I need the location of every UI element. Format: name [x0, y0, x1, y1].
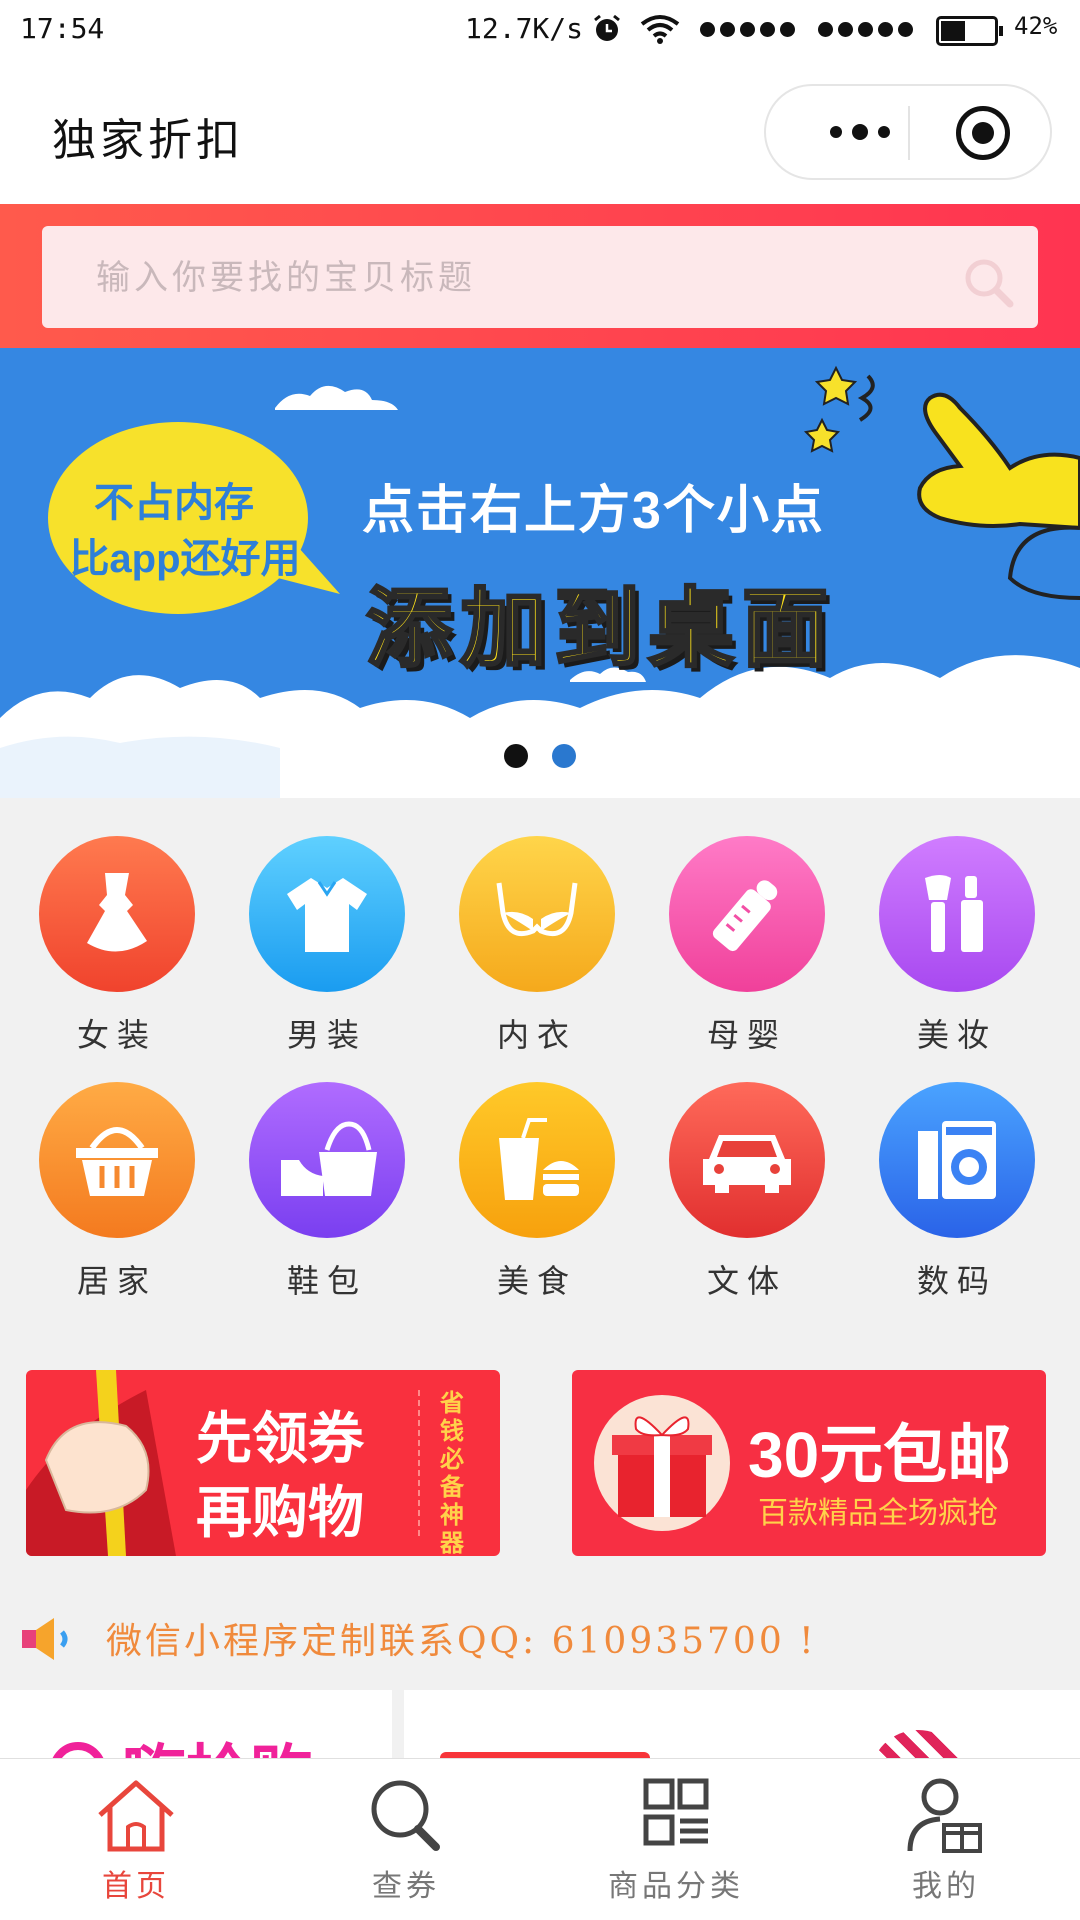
category-label: 鞋包	[286, 1262, 367, 1300]
basket-icon	[39, 1082, 195, 1238]
category-label: 母婴	[706, 1016, 787, 1054]
featured-card[interactable]	[404, 1690, 1080, 1760]
baby-bottle-icon	[669, 836, 825, 992]
status-bar: 17:54 12.7K/s 42%	[0, 0, 1080, 62]
category-label: 数码	[916, 1262, 997, 1300]
tab-profile[interactable]: 我的	[846, 1777, 1046, 1905]
promo-left-tagline: 省钱必备神器	[440, 1390, 464, 1556]
category-beauty[interactable]: 美妆	[857, 836, 1057, 1056]
tab-bar: 首页 查券 商品分类 我的	[0, 1758, 1080, 1920]
more-icon[interactable]	[808, 86, 912, 178]
status-time: 17:54	[20, 12, 105, 45]
battery-percent: 42%	[1014, 12, 1058, 40]
carousel-dots	[504, 744, 576, 768]
promo-coupon-banner[interactable]: 先领券 再购物 省钱必备神器	[26, 1370, 500, 1556]
tab-home[interactable]: 首页	[36, 1777, 236, 1905]
category-home[interactable]: 居家	[17, 1082, 217, 1302]
search-input[interactable]: 输入你要找的宝贝标题	[42, 226, 1038, 328]
hand-icon	[26, 1370, 176, 1556]
category-label: 美妆	[916, 1016, 997, 1054]
category-label: 内衣	[496, 1016, 577, 1054]
alarm-icon	[594, 14, 620, 41]
notice-text: 微信小程序定制联系QQ: 610935700 !	[106, 1621, 817, 1662]
banner-subheadline: 添加到桌面	[365, 580, 836, 679]
category-food[interactable]: 美食	[437, 1082, 637, 1302]
page-title: 独家折扣	[52, 115, 244, 166]
promo-free-shipping-banner[interactable]: 30元包邮 百款精品全场疯抢	[572, 1370, 1046, 1556]
wifi-icon	[640, 15, 680, 44]
tab-label: 查券	[372, 1869, 440, 1904]
tab-categories[interactable]: 商品分类	[576, 1777, 776, 1905]
car-icon	[669, 1082, 825, 1238]
banner-carousel[interactable]: 不占内存 比app还好用 点击右上方3个小点 添加到桌面	[0, 348, 1080, 798]
category-sports[interactable]: 文体	[647, 1082, 847, 1302]
tab-coupons[interactable]: 查券	[306, 1777, 506, 1905]
mini-program-capsule	[764, 84, 1052, 180]
category-underwear[interactable]: 内衣	[437, 836, 637, 1056]
category-women[interactable]: 女装	[17, 836, 217, 1056]
food-icon	[459, 1082, 615, 1238]
category-baby[interactable]: 母婴	[647, 836, 847, 1056]
shirt-icon	[249, 836, 405, 992]
home-icon	[98, 1780, 174, 1852]
featured-section: 嗨抢购	[0, 1690, 1080, 1760]
search-header: 输入你要找的宝贝标题	[0, 204, 1080, 348]
makeup-icon	[879, 836, 1035, 992]
promo-left-line1: 先领券	[196, 1407, 364, 1470]
promo-right-title: 30元包邮	[748, 1419, 1012, 1491]
tab-label: 商品分类	[608, 1869, 744, 1904]
banner-headline: 点击右上方3个小点	[362, 482, 825, 540]
flash-sale-title: 嗨抢购	[122, 1724, 314, 1760]
category-grid: 女装 男装 内衣 母婴 美妆 居家 鞋包 美食 文体 数码	[0, 798, 1080, 1318]
bra-icon	[459, 836, 615, 992]
bubble-line-1: 不占内存	[94, 481, 254, 525]
bubble-line-2: 比app还好用	[69, 537, 301, 581]
signal-icon	[700, 22, 795, 38]
promo-right-subtitle: 百款精品全场疯抢	[758, 1497, 998, 1530]
flash-sale-card[interactable]: 嗨抢购	[0, 1690, 392, 1760]
promo-separator	[418, 1390, 420, 1536]
nav-bar: 独家折扣	[0, 62, 1080, 204]
carousel-dot-active[interactable]	[504, 744, 528, 768]
category-icon	[643, 1778, 709, 1846]
category-label: 文体	[706, 1262, 787, 1300]
category-men[interactable]: 男装	[227, 836, 427, 1056]
category-shoes-bags[interactable]: 鞋包	[227, 1082, 427, 1302]
category-label: 男装	[286, 1016, 367, 1054]
candy-image	[870, 1730, 966, 1760]
close-icon[interactable]	[956, 106, 1010, 160]
notice-bar: 微信小程序定制联系QQ: 610935700 !	[0, 1590, 1080, 1682]
shoe-bag-icon	[249, 1082, 405, 1238]
search-placeholder: 输入你要找的宝贝标题	[96, 258, 476, 298]
user-gift-icon	[907, 1778, 982, 1853]
gift-icon	[594, 1395, 730, 1531]
speaker-icon	[22, 1618, 68, 1660]
battery-icon	[936, 16, 1003, 46]
capsule-divider	[908, 106, 910, 160]
category-label: 女装	[76, 1016, 157, 1054]
category-label: 居家	[76, 1262, 157, 1300]
search-icon[interactable]	[962, 256, 1016, 310]
carousel-dot[interactable]	[552, 744, 576, 768]
tab-label: 我的	[912, 1869, 980, 1904]
promo-left-line2: 再购物	[196, 1481, 364, 1544]
search-icon	[371, 1780, 440, 1851]
washer-icon	[879, 1082, 1035, 1238]
tab-label: 首页	[102, 1869, 170, 1904]
category-label: 美食	[496, 1262, 577, 1300]
signal-icon	[818, 22, 913, 38]
category-digital[interactable]: 数码	[857, 1082, 1057, 1302]
dress-icon	[39, 836, 195, 992]
network-speed: 12.7K/s	[465, 12, 584, 45]
